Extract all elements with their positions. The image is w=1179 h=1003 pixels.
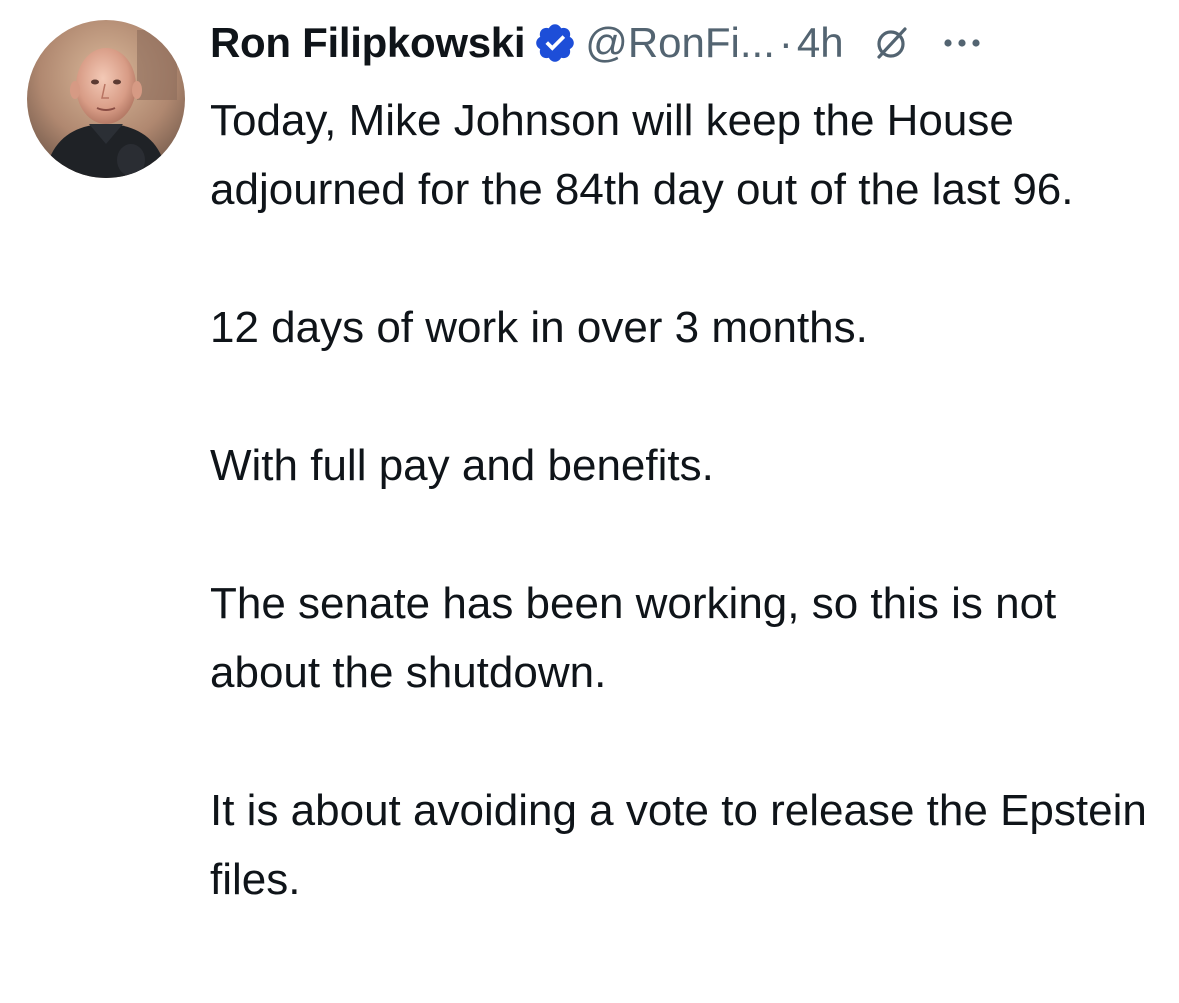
author-handle[interactable]: @RonFi... (585, 19, 775, 67)
avatar-photo (27, 20, 185, 178)
separator-dot: · (778, 19, 793, 66)
timestamp[interactable]: 4h (797, 19, 844, 67)
tweet-header: Ron Filipkowski @RonFi... · 4h (210, 12, 984, 74)
tweet-paragraph: 12 days of work in over 3 months. (210, 303, 868, 352)
tweet-paragraph: It is about avoiding a vote to release t… (210, 786, 1147, 904)
tweet-paragraph: The senate has been working, so this is … (210, 579, 1057, 697)
verified-badge-icon[interactable] (533, 21, 577, 65)
tweet-paragraph: With full pay and benefits. (210, 441, 714, 490)
tweet-paragraph: Today, Mike Johnson will keep the House … (210, 96, 1074, 214)
grok-icon[interactable] (872, 23, 912, 63)
avatar[interactable] (27, 20, 185, 178)
more-options-icon[interactable] (940, 23, 984, 63)
tweet-text: Today, Mike Johnson will keep the House … (210, 86, 1170, 914)
author-name[interactable]: Ron Filipkowski (210, 19, 526, 67)
